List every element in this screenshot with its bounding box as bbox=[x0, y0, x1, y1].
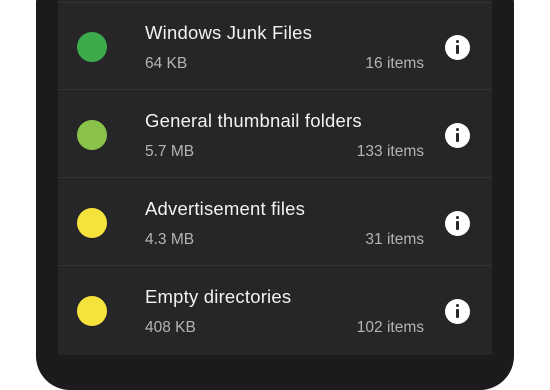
junk-files-list: Windows Junk Files 64 KB 16 items Genera… bbox=[58, 0, 492, 355]
info-icon[interactable] bbox=[445, 35, 470, 60]
category-item-count: 133 items bbox=[356, 143, 424, 160]
category-item-count: 102 items bbox=[356, 319, 424, 336]
category-title: Empty directories bbox=[145, 286, 292, 307]
list-item-advertisement-files[interactable]: Advertisement files 4.3 MB 31 items bbox=[58, 178, 492, 266]
category-title: General thumbnail folders bbox=[145, 110, 362, 131]
category-size: 4.3 MB bbox=[145, 231, 195, 248]
info-icon[interactable] bbox=[445, 123, 470, 148]
category-title: Windows Junk Files bbox=[145, 22, 313, 43]
list-item-empty-directories[interactable]: Empty directories 408 KB 102 items bbox=[58, 266, 492, 354]
category-size: 64 KB bbox=[145, 55, 188, 72]
category-item-count: 16 items bbox=[365, 55, 424, 72]
category-color-dot bbox=[77, 296, 107, 326]
info-icon[interactable] bbox=[445, 299, 470, 324]
category-color-dot bbox=[77, 32, 107, 62]
category-size: 408 KB bbox=[145, 319, 196, 336]
list-item-windows-junk-files[interactable]: Windows Junk Files 64 KB 16 items bbox=[58, 2, 492, 90]
category-color-dot bbox=[77, 120, 107, 150]
category-color-dot bbox=[77, 208, 107, 238]
category-size: 5.7 MB bbox=[145, 143, 195, 160]
category-item-count: 31 items bbox=[365, 231, 424, 248]
info-icon[interactable] bbox=[445, 211, 470, 236]
list-item-general-thumbnail-folders[interactable]: General thumbnail folders 5.7 MB 133 ite… bbox=[58, 90, 492, 178]
category-title: Advertisement files bbox=[145, 198, 306, 219]
